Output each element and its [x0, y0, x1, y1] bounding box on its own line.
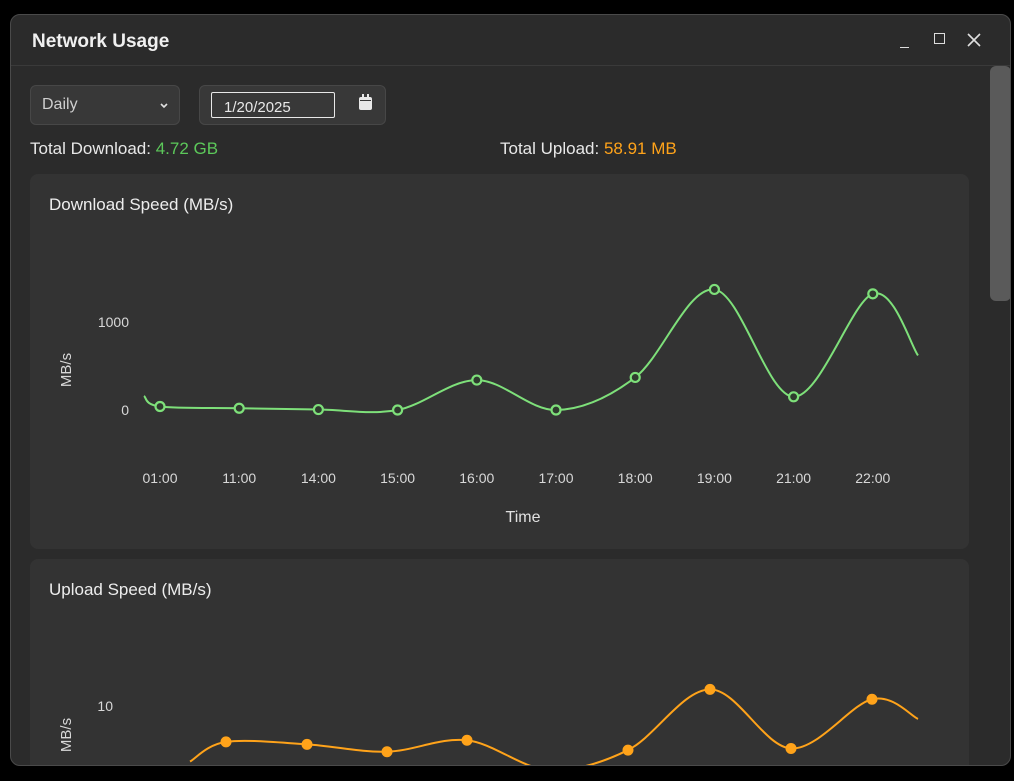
- x-tick-label: 01:00: [142, 470, 177, 486]
- upload-series-line: [189, 688, 919, 765]
- x-tick-label: 17:00: [538, 470, 573, 486]
- maximize-icon: [933, 32, 945, 44]
- x-tick-label: 22:00: [855, 470, 890, 486]
- download-data-point: [550, 404, 562, 416]
- total-download-label: Total Download:: [30, 139, 151, 158]
- maximize-button[interactable]: [926, 27, 952, 53]
- download-data-point: [471, 374, 483, 386]
- download-speed-chart: 0 1000 MB/s 01:00 11:00 14:00 15:00 16:00 17:00 1…: [58, 283, 919, 526]
- chevron-down-icon: [160, 103, 168, 109]
- upload-data-point: [785, 742, 797, 754]
- upload-data-point: [381, 746, 393, 758]
- window-title: Network Usage: [32, 31, 170, 52]
- y-axis-label: MB/s: [58, 718, 75, 752]
- period-dropdown[interactable]: Daily: [30, 85, 180, 125]
- upload-data-point: [704, 683, 716, 695]
- upload-data-point: [866, 693, 878, 705]
- content-area: Daily 1/20/2025 Total Download: 4.72 GB …: [11, 66, 1010, 765]
- upload-speed-chart: 10 MB/s: [58, 683, 919, 765]
- download-data-point: [867, 288, 879, 300]
- download-series-line: [143, 288, 919, 414]
- network-usage-window: Network Usage Daily 1/20/2025 Total Down…: [10, 14, 1011, 766]
- x-tick-label: 16:00: [459, 470, 494, 486]
- date-picker[interactable]: 1/20/2025: [199, 85, 386, 125]
- x-tick-label: 19:00: [697, 470, 732, 486]
- close-icon: [967, 33, 981, 47]
- minimize-icon: [899, 46, 909, 48]
- y-axis-label: MB/s: [58, 353, 75, 387]
- date-input[interactable]: 1/20/2025: [211, 92, 335, 118]
- upload-data-point: [301, 738, 313, 750]
- download-data-point: [708, 283, 721, 296]
- total-upload-value: 58.91 MB: [603, 139, 677, 158]
- vertical-scrollbar[interactable]: [986, 66, 1010, 765]
- minimize-button[interactable]: [891, 27, 917, 53]
- calendar-icon[interactable]: [359, 94, 372, 110]
- download-data-point: [312, 403, 324, 416]
- upload-data-point: [461, 734, 473, 746]
- total-download: Total Download: 4.72 GB: [30, 139, 218, 159]
- x-tick-label: 11:00: [222, 470, 256, 486]
- y-tick-label: 10: [97, 698, 113, 714]
- total-download-value: 4.72 GB: [155, 139, 219, 158]
- download-chart-card: Download Speed (MB/s) 0 1000 MB/s 01:00 11:0…: [30, 174, 969, 549]
- total-upload: Total Upload: 58.91 MB: [500, 139, 677, 159]
- download-data-point: [154, 400, 166, 413]
- download-data-point: [233, 402, 245, 414]
- total-upload-label: Total Upload:: [500, 139, 600, 158]
- x-axis-label: Time: [506, 509, 541, 526]
- x-tick-label: 18:00: [618, 470, 653, 486]
- download-data-point: [629, 371, 641, 384]
- x-tick-label: 21:00: [776, 470, 811, 486]
- period-dropdown-value: Daily: [42, 96, 78, 113]
- title-bar: Network Usage: [11, 15, 1010, 66]
- download-data-point: [392, 404, 404, 416]
- download-data-point: [787, 391, 800, 403]
- y-tick-label: 0: [121, 402, 129, 418]
- x-tick-label: 15:00: [380, 470, 415, 486]
- upload-data-point: [220, 736, 232, 748]
- upload-data-point: [622, 744, 634, 756]
- scrollbar-thumb[interactable]: [990, 66, 1010, 301]
- x-tick-label: 14:00: [301, 470, 336, 486]
- upload-chart-card: Upload Speed (MB/s) 10 MB/s: [30, 559, 969, 765]
- close-button[interactable]: [961, 27, 987, 53]
- y-tick-label: 1000: [98, 314, 129, 330]
